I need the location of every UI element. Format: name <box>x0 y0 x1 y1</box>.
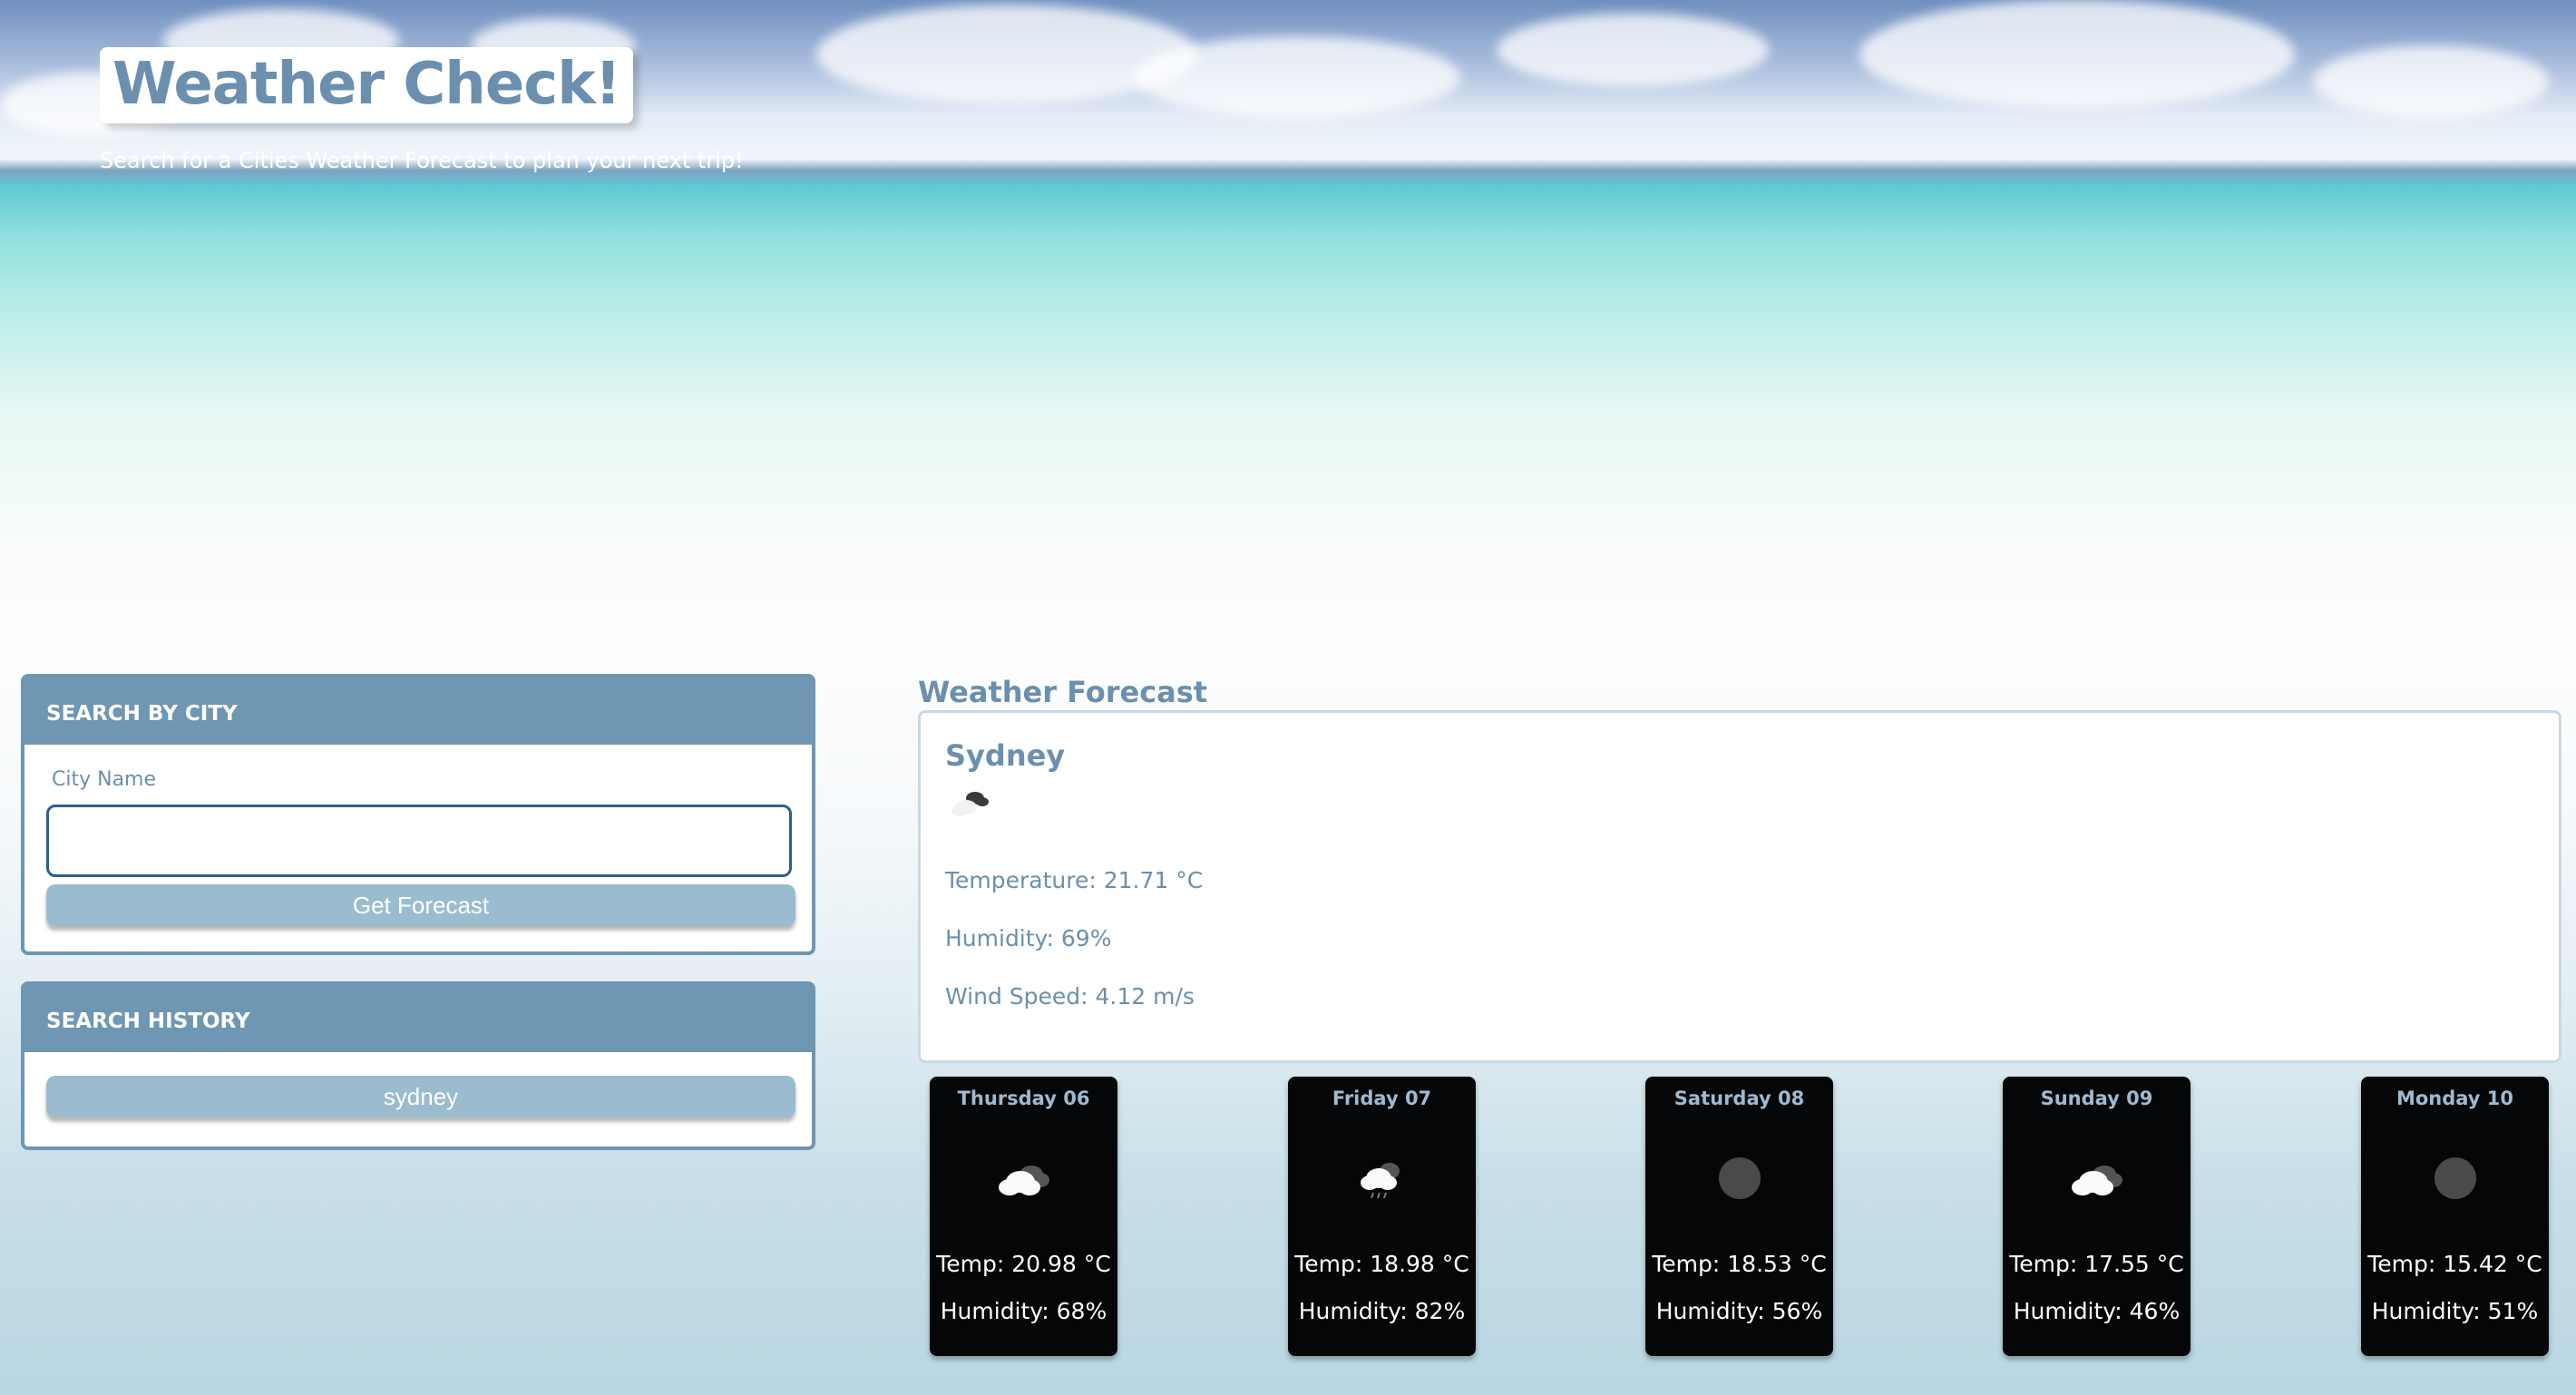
forecast-day-card: Monday 10 Temp: 15.42 °C Humidity: 51% <box>2361 1077 2549 1356</box>
clear-night-icon <box>2419 1151 2492 1205</box>
forecast-day-label: Sunday 09 <box>2040 1088 2153 1109</box>
forecast-day-label: Thursday 06 <box>957 1088 1090 1109</box>
current-temperature: Temperature: 21.71 °C <box>945 867 1204 893</box>
broken-clouds-icon <box>950 784 997 824</box>
forecast-day-humidity: Humidity: 56% <box>1655 1298 1823 1324</box>
rain-cloud-icon <box>1346 1151 1419 1205</box>
history-item-button[interactable]: sydney <box>46 1076 795 1117</box>
app-subtitle: Search for a Cities Weather Forecast to … <box>100 148 744 173</box>
forecast-day-humidity: Humidity: 51% <box>2371 1298 2539 1324</box>
get-forecast-button[interactable]: Get Forecast <box>46 884 795 926</box>
current-wind-speed: Wind Speed: 4.12 m/s <box>945 983 1195 1010</box>
forecast-day-temp: Temp: 15.42 °C <box>2367 1251 2542 1277</box>
forecast-day-humidity: Humidity: 82% <box>1298 1298 1466 1324</box>
clear-night-icon <box>1703 1151 1776 1205</box>
search-history-panel: SEARCH HISTORY sydney <box>21 981 815 1150</box>
city-name-label: City Name <box>52 768 157 791</box>
forecast-day-temp: Temp: 18.53 °C <box>1652 1251 1827 1277</box>
forecast-heading: Weather Forecast <box>918 675 1208 709</box>
forecast-day-label: Saturday 08 <box>1673 1088 1805 1109</box>
forecast-day-temp: Temp: 18.98 °C <box>1294 1251 1469 1277</box>
forecast-day-temp: Temp: 17.55 °C <box>2009 1251 2184 1277</box>
app-title-box: Weather Check! <box>100 47 633 124</box>
search-history-heading: SEARCH HISTORY <box>24 985 812 1052</box>
city-name-input[interactable] <box>46 805 792 877</box>
forecast-day-humidity: Humidity: 46% <box>2013 1298 2181 1324</box>
forecast-day-card: Friday 07 Temp: 18.98 °C Humidity: 82% <box>1288 1077 1476 1356</box>
search-panel-heading: SEARCH BY CITY <box>24 678 812 745</box>
forecast-day-humidity: Humidity: 68% <box>940 1298 1107 1324</box>
forecast-day-card: Thursday 06 Temp: 20.98 °C Humidity: 68% <box>930 1077 1117 1356</box>
current-humidity: Humidity: 69% <box>945 925 1112 951</box>
forecast-day-label: Friday 07 <box>1332 1088 1432 1109</box>
current-city-name: Sydney <box>945 738 1066 773</box>
current-weather-card: Sydney Temperature: 21.71 °C Humidity: 6… <box>918 710 2561 1063</box>
forecast-day-card: Saturday 08 Temp: 18.53 °C Humidity: 56% <box>1645 1077 1833 1356</box>
search-panel: SEARCH BY CITY City Name Get Forecast <box>21 674 815 955</box>
forecast-day-label: Monday 10 <box>2395 1088 2514 1109</box>
broken-clouds-icon <box>2061 1151 2133 1205</box>
forecast-day-card: Sunday 09 Temp: 17.55 °C Humidity: 46% <box>2003 1077 2191 1356</box>
broken-clouds-icon <box>988 1151 1060 1205</box>
forecast-day-temp: Temp: 20.98 °C <box>936 1251 1111 1277</box>
app-title: Weather Check! <box>112 51 621 118</box>
